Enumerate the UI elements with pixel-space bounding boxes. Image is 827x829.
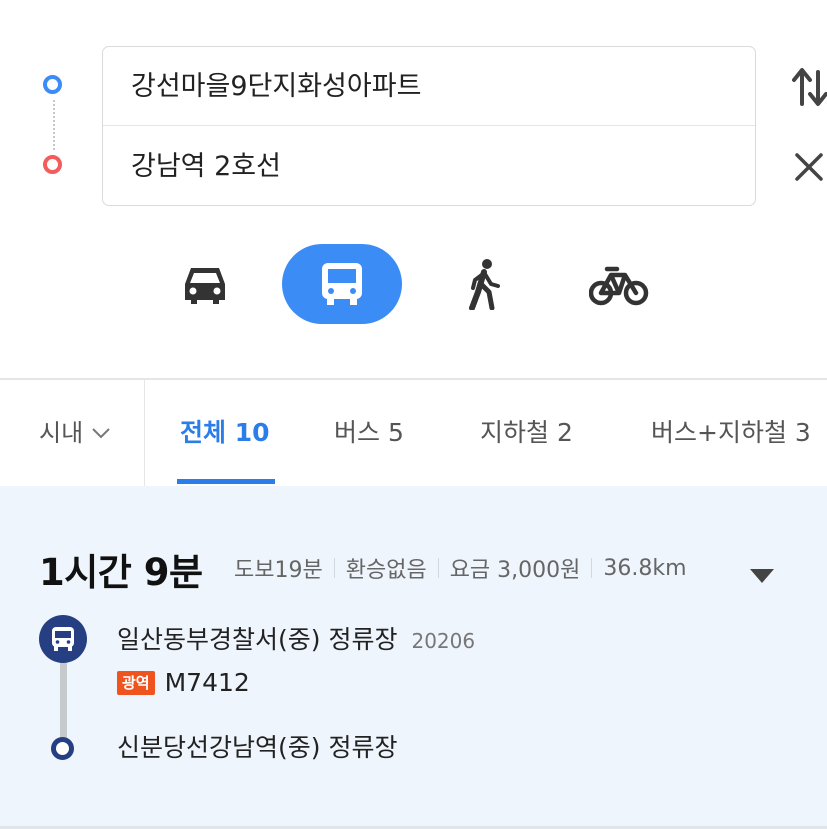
walk-time: 도보19분 [234,558,323,583]
origin-marker-icon [43,75,62,94]
filter-tabs: 시내 전체 10 버스 5 지하철 2 버스+지하철 3 [0,378,827,486]
stop-id: 20206 [411,629,476,653]
mode-transit-button[interactable] [282,244,402,324]
route-segment-line [60,661,67,743]
tab-bus-subway[interactable]: 버스+지하철 3 [651,380,811,486]
distance: 36.8km [603,555,687,581]
divider [333,558,335,578]
destination-marker-icon [43,155,62,174]
swap-route-button[interactable] [790,62,827,110]
route-summary: 도보19분 환승없음 요금 3,000원 36.8km [234,552,687,584]
route-type-badge: 광역 [117,670,155,695]
car-icon [185,268,225,304]
destination-input[interactable]: 강남역 2호선 [103,127,755,206]
bus-icon [322,263,362,305]
route-connector-line [53,100,55,150]
start-stop: 일산동부경찰서(중) 정류장 20206 [117,620,475,656]
swap-icon [792,68,827,106]
mode-bike-button[interactable] [574,244,664,324]
end-stop-name: 신분당선강남역(중) 정류장 [117,733,398,762]
chevron-down-icon [92,428,110,439]
travel-duration: 1시간 9분 [39,551,203,594]
route-number: M7412 [164,668,250,697]
bus-route: 광역 M7412 [117,668,250,697]
transfer-count: 환승없음 [345,558,427,583]
divider [144,380,145,486]
mode-car-button[interactable] [160,244,250,324]
start-stop-name: 일산동부경찰서(중) 정류장 [117,625,398,654]
walk-icon [469,259,500,310]
bus-icon [52,627,74,651]
end-stop-marker [51,737,74,760]
route-input-box: 강선마을9단지화성아파트 강남역 2호선 [102,46,756,206]
bus-stop-marker [39,615,87,663]
tab-subway[interactable]: 지하철 2 [480,380,573,486]
divider [437,558,439,578]
close-icon [795,153,823,181]
origin-input[interactable]: 강선마을9단지화성아파트 [103,47,755,126]
clear-route-button[interactable] [792,150,826,184]
tab-all[interactable]: 전체 10 [180,380,270,486]
divider [591,558,593,578]
fare: 요금 3,000원 [449,558,581,583]
active-tab-indicator [177,479,275,484]
tab-bus[interactable]: 버스 5 [334,380,404,486]
bicycle-icon [589,266,649,306]
mode-walk-button[interactable] [440,244,530,324]
region-dropdown[interactable]: 시내 [39,380,111,486]
region-label: 시내 [39,419,84,447]
expand-triangle-icon[interactable] [749,568,775,584]
route-result-item[interactable]: 1시간 9분 도보19분 환승없음 요금 3,000원 36.8km 일산동부경… [0,486,827,829]
